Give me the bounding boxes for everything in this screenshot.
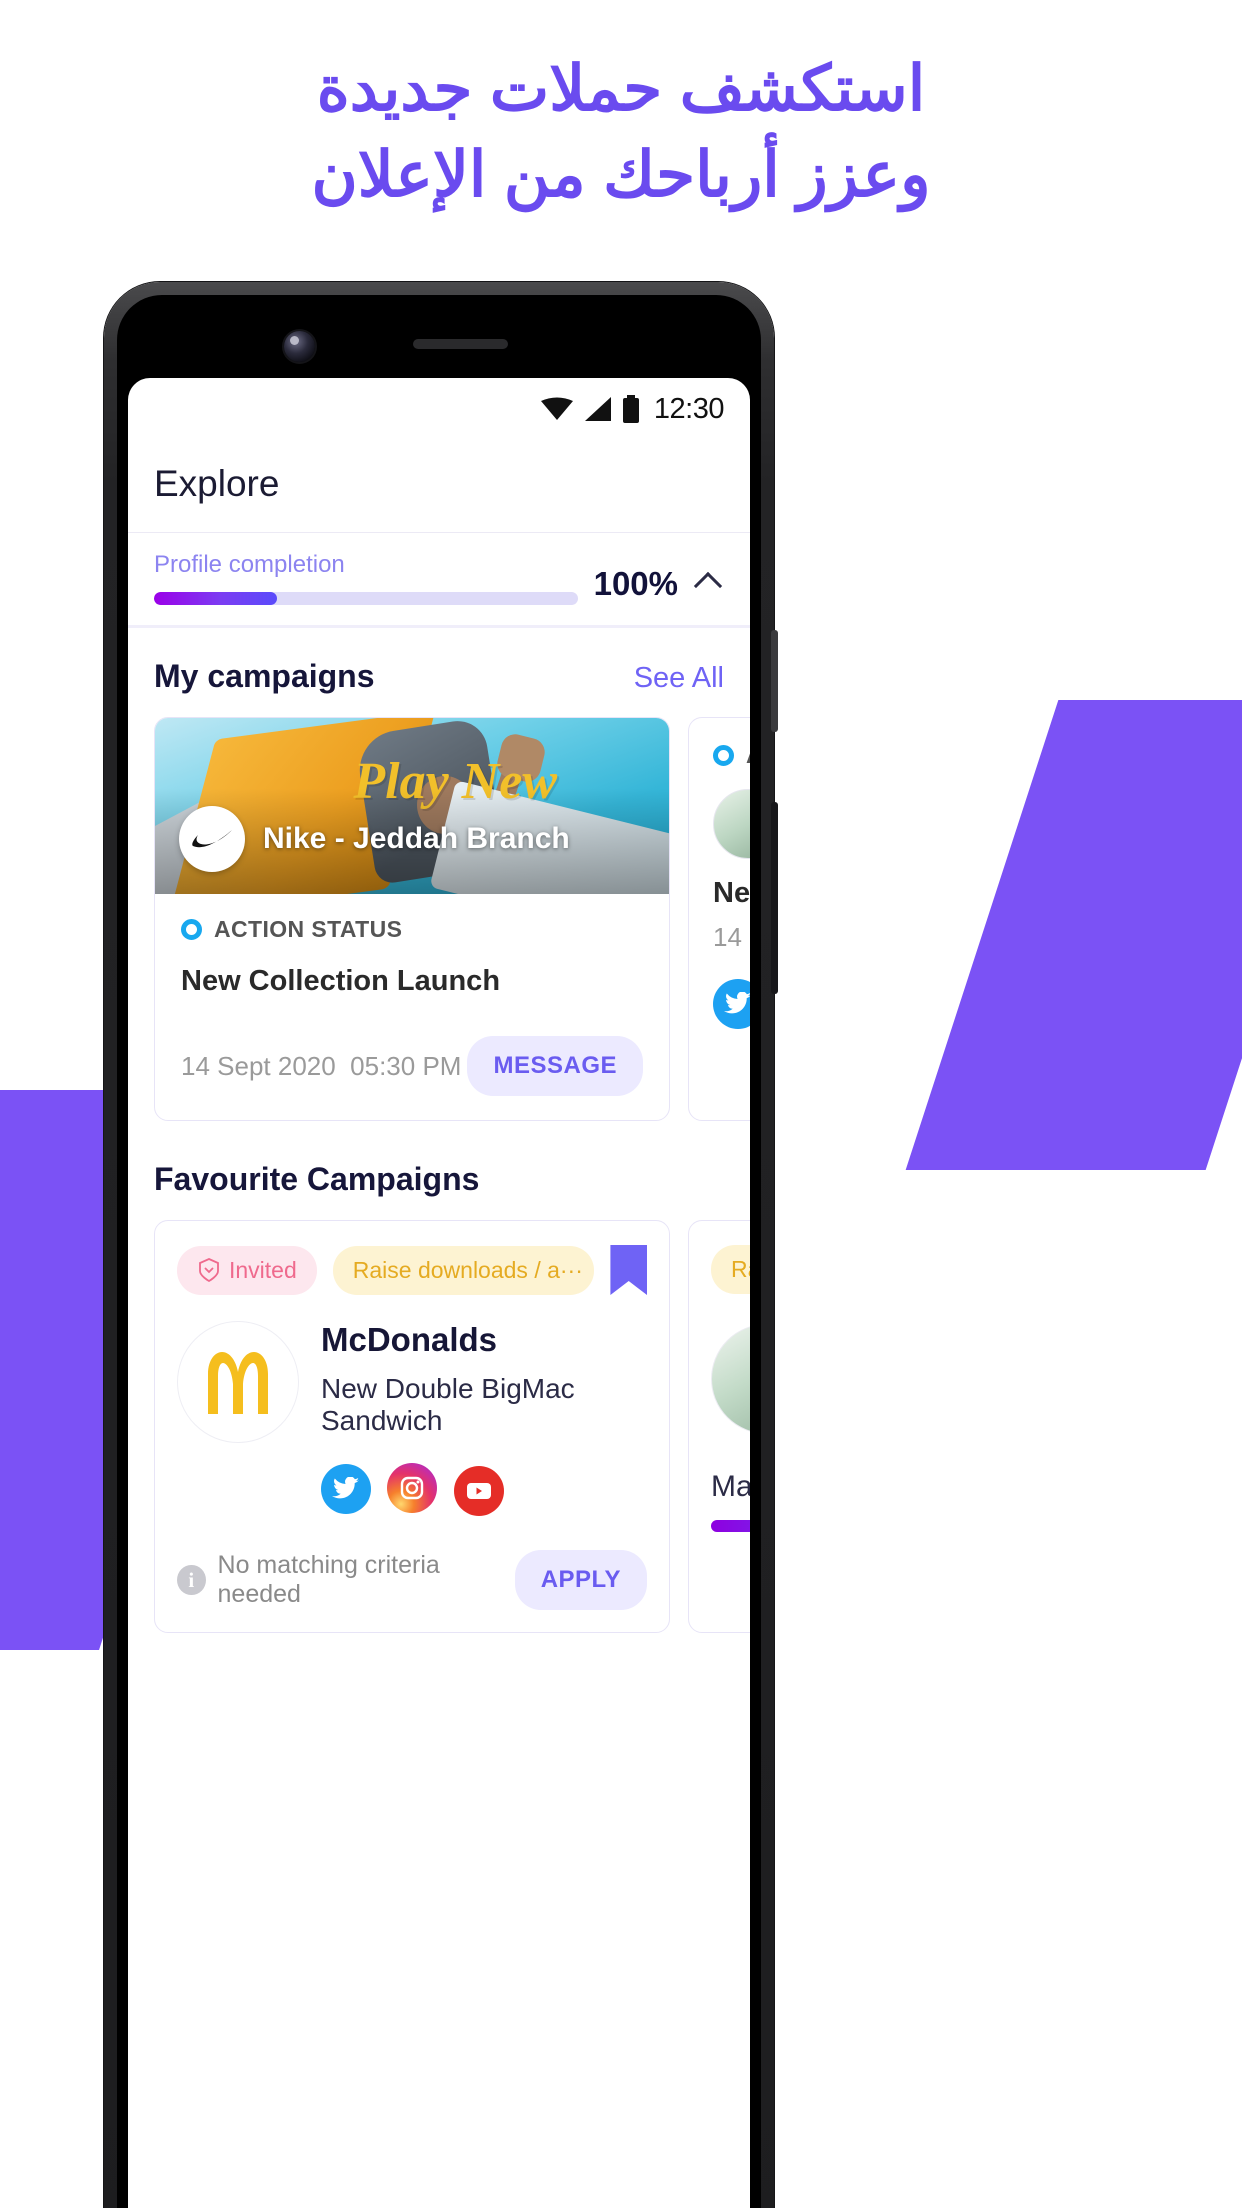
phone-power-button — [771, 802, 778, 994]
twitter-icon[interactable] — [321, 1464, 371, 1514]
profile-completion-label: Profile completion — [154, 551, 345, 578]
status-dot-icon — [181, 919, 202, 940]
phone-screen: 12:30 Explore Profile completion 100% My… — [128, 378, 750, 2208]
campaign-date: 14 — [713, 922, 742, 952]
campaign-time: 05:30 PM — [350, 1050, 462, 1081]
info-icon: i — [177, 1565, 206, 1595]
bookmark-icon[interactable] — [610, 1245, 647, 1295]
campaign-card[interactable]: Play New Nike - Jeddah Branch — [154, 717, 670, 1121]
campaign-card-footer: 14 Sept 2020 05:30 PM MESSAGE — [181, 1036, 643, 1096]
apply-button[interactable]: APPLY — [514, 1550, 647, 1610]
campaign-brand-avatar — [713, 789, 750, 859]
twitter-icon[interactable] — [713, 979, 750, 1029]
favourite-card-main: McDonalds New Double BigMac Sandwich — [177, 1321, 647, 1516]
goal-tag: Ra — [711, 1245, 750, 1294]
favourite-card-footer: i No matching criteria needed APPLY — [177, 1550, 647, 1610]
golden-arches-icon — [208, 1352, 268, 1414]
chevron-up-icon[interactable] — [694, 566, 724, 596]
favourite-campaign-description: New Double BigMac Sandwich — [321, 1373, 575, 1436]
mcdonalds-logo — [177, 1321, 299, 1443]
favourite-tag-row: Invited Raise downloads / a··· — [177, 1245, 647, 1295]
invited-tag: Invited — [177, 1245, 317, 1295]
decorative-shape-right — [905, 700, 1242, 1170]
favourite-campaigns-carousel[interactable]: Invited Raise downloads / a··· McDonalds… — [128, 1220, 750, 1633]
campaign-status-row: A — [713, 742, 750, 769]
instagram-icon[interactable] — [387, 1463, 438, 1513]
favourite-brand-name: McDonalds — [321, 1321, 498, 1358]
promo-headline: استكشف حملات جديدة وعزز أرباحك من الإعلا… — [0, 46, 1242, 218]
youtube-icon[interactable] — [453, 1466, 504, 1516]
campaign-card-body: ACTION STATUS New Collection Launch 14 S… — [155, 894, 669, 1120]
campaign-date: 14 Sept 2020 — [181, 1050, 336, 1081]
favourite-socials — [321, 1463, 647, 1516]
campaign-name: New — [713, 877, 750, 909]
message-button[interactable]: MESSAGE — [467, 1036, 643, 1096]
profile-progress-fill — [154, 592, 277, 605]
earpiece-speaker — [413, 339, 508, 349]
campaign-brand-row: Nike - Jeddah Branch — [179, 806, 570, 872]
page-title: Explore — [154, 463, 280, 504]
my-campaigns-title: My campaigns — [154, 658, 375, 694]
front-camera-icon — [284, 331, 315, 362]
headline-line-2: وعزز أرباحك من الإعلان — [311, 140, 931, 210]
favourite-campaign-card[interactable]: Ra Mat — [688, 1220, 750, 1633]
status-dot-icon — [713, 745, 734, 766]
favourite-progress-bar — [711, 1520, 750, 1532]
campaign-datetime: 14 Sept 2020 05:30 PM — [181, 1051, 461, 1082]
favourite-campaigns-title: Favourite Campaigns — [154, 1161, 480, 1197]
promo-screenshot: استكشف حملات جديدة وعزز أرباحك من الإعلا… — [0, 0, 1242, 2208]
headline-line-1: استكشف حملات جديدة — [316, 54, 926, 124]
nike-swoosh-icon — [192, 830, 232, 848]
campaign-status-label: ACTION STATUS — [214, 916, 403, 942]
nike-swoosh-logo — [179, 806, 245, 872]
favourite-campaign-description: Mat — [711, 1470, 750, 1503]
profile-progress-wrap: Profile completion — [154, 551, 578, 605]
profile-completion-section[interactable]: Profile completion 100% — [128, 533, 750, 625]
wifi-icon — [540, 397, 573, 420]
phone-volume-button — [771, 630, 778, 732]
invite-badge-icon — [199, 1258, 219, 1282]
status-bar-time: 12:30 — [653, 392, 725, 425]
matching-criteria-text: No matching criteria needed — [217, 1551, 440, 1608]
my-campaigns-carousel[interactable]: Play New Nike - Jeddah Branch — [128, 717, 750, 1121]
favourite-campaign-card[interactable]: Invited Raise downloads / a··· McDonalds… — [154, 1220, 670, 1633]
invited-tag-label: Invited — [229, 1256, 297, 1283]
battery-icon — [622, 395, 639, 423]
campaign-card[interactable]: A New 14 — [688, 717, 750, 1121]
favourite-brand-avatar — [711, 1324, 750, 1434]
favourite-card-text: McDonalds New Double BigMac Sandwich — [321, 1321, 647, 1516]
profile-progress-track — [154, 592, 578, 605]
status-bar: 12:30 — [128, 378, 750, 440]
my-campaigns-see-all-link[interactable]: See All — [634, 662, 724, 695]
goal-tag: Raise downloads / a··· — [332, 1245, 595, 1295]
campaign-hero-image: Play New Nike - Jeddah Branch — [155, 718, 669, 894]
campaign-card-body: A New 14 — [689, 718, 750, 1049]
phone-mockup: 12:30 Explore Profile completion 100% My… — [104, 282, 778, 2208]
phone-bezel: 12:30 Explore Profile completion 100% My… — [117, 295, 761, 2208]
favourite-campaigns-header: Favourite Campaigns — [128, 1121, 750, 1220]
campaign-status-row: ACTION STATUS — [181, 916, 643, 943]
campaign-status-label: A — [746, 742, 750, 769]
profile-completion-percent: 100% — [593, 565, 678, 602]
campaign-name: New Collection Launch — [181, 965, 501, 997]
my-campaigns-header: My campaigns See All — [128, 628, 750, 717]
matching-criteria-note: i No matching criteria needed — [177, 1551, 515, 1609]
campaign-brand-name: Nike - Jeddah Branch — [263, 822, 570, 855]
cellular-signal-icon — [584, 397, 611, 421]
favourite-tag-row: Ra — [711, 1245, 750, 1294]
campaign-socials — [713, 979, 750, 1029]
